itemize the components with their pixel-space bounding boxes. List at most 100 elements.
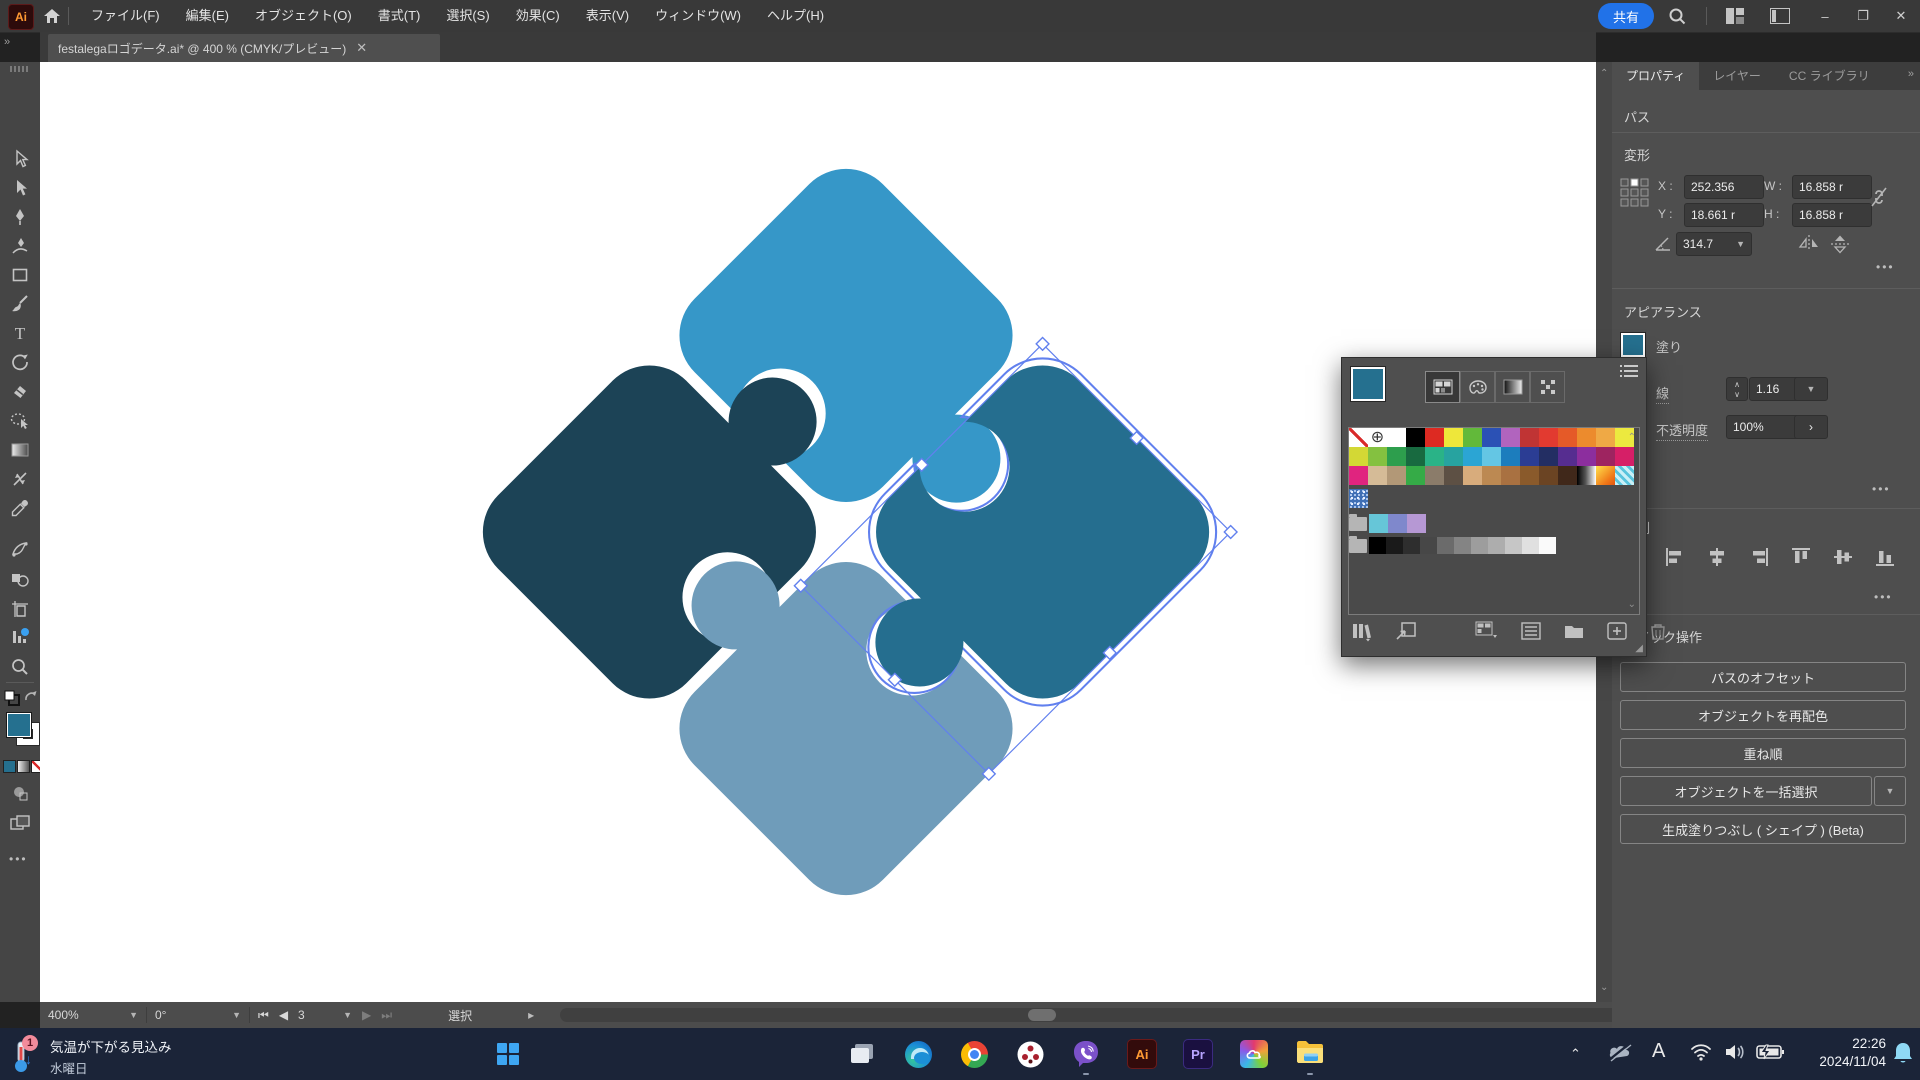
document-tab[interactable]: festalegaロゴデータ.ai* @ 400 % (CMYK/プレビュー) … (48, 34, 440, 62)
popup-resize-grip[interactable]: ◢ (1635, 643, 1643, 654)
swatch[interactable] (1471, 537, 1488, 554)
select-similar-dropdown-icon[interactable]: ▼ (1874, 776, 1906, 806)
appearance-more-options[interactable]: ••• (1872, 482, 1891, 496)
stroke-width-dropdown-icon[interactable]: ▼ (1794, 377, 1828, 401)
rotation-angle-dropdown[interactable]: 314.7 ▼ (1676, 232, 1752, 256)
artboard-number-dropdown[interactable]: 3 ▼ (298, 1008, 352, 1022)
swatch[interactable] (1444, 428, 1463, 447)
swatch[interactable] (1437, 537, 1454, 554)
draw-mode-icon[interactable] (11, 784, 29, 802)
color-group-folder-icon[interactable] (1349, 513, 1367, 531)
swatch-scroll-up-icon[interactable]: ⌃ (1628, 432, 1636, 443)
swatch[interactable] (1386, 537, 1403, 554)
pattern-view-icon[interactable] (1530, 371, 1565, 403)
menu-item[interactable]: 効果(C) (503, 0, 573, 32)
generative-fill-button[interactable]: 生成塗りつぶし ( シェイプ ) (Beta) (1620, 814, 1906, 844)
flip-vertical-icon[interactable] (1830, 234, 1850, 259)
swatch[interactable] (1349, 447, 1368, 466)
swatch[interactable] (1387, 466, 1406, 485)
show-swatch-kinds-icon[interactable] (1475, 621, 1498, 645)
blend-tool[interactable] (11, 540, 29, 558)
premiere-taskbar-icon[interactable]: Pr (1182, 1038, 1214, 1070)
swatch[interactable] (1539, 466, 1558, 485)
rectangle-tool[interactable] (11, 266, 29, 284)
menu-item[interactable]: 編集(E) (173, 0, 242, 32)
swatch[interactable] (1407, 514, 1426, 533)
align-left-icon[interactable] (1664, 546, 1686, 568)
swatch[interactable] (1558, 447, 1577, 466)
swatch-scroll-down-icon[interactable]: ⌄ (1628, 599, 1636, 610)
swatch[interactable] (1463, 466, 1482, 485)
swatch-libraries-icon[interactable] (1352, 622, 1372, 645)
align-center-vertical-icon[interactable] (1832, 546, 1854, 568)
menu-item[interactable]: 選択(S) (433, 0, 502, 32)
swatch[interactable] (1387, 428, 1406, 447)
fill-color-well[interactable] (6, 712, 32, 738)
arrange-documents-icon[interactable] (1726, 8, 1744, 29)
swatch[interactable] (1368, 466, 1387, 485)
swatch[interactable] (1403, 537, 1420, 554)
document-tab-close-icon[interactable]: ✕ (356, 40, 367, 56)
rotate-tool[interactable] (11, 353, 29, 371)
swatch[interactable] (1349, 489, 1368, 508)
swatch[interactable] (1349, 466, 1368, 485)
graph-tool[interactable] (11, 628, 29, 646)
gradient-tool[interactable] (11, 441, 29, 459)
swatch[interactable] (1425, 447, 1444, 466)
swatch[interactable] (1425, 466, 1444, 485)
color-mixer-view-icon[interactable] (1460, 371, 1495, 403)
edge-browser-icon[interactable] (902, 1038, 934, 1070)
fill-color-swatch[interactable] (1620, 332, 1646, 358)
color-mode-buttons[interactable] (3, 760, 44, 773)
curvature-tool[interactable] (11, 237, 29, 255)
popup-menu-icon[interactable] (1620, 364, 1638, 383)
current-color-swatch[interactable] (1350, 366, 1386, 402)
share-button[interactable]: 共有 (1598, 3, 1654, 29)
swatch[interactable] (1501, 428, 1520, 447)
swatch[interactable] (1520, 447, 1539, 466)
transform-more-options[interactable]: ••• (1876, 260, 1895, 274)
flip-horizontal-icon[interactable] (1798, 234, 1820, 257)
arrange-button[interactable]: 重ね順 (1620, 738, 1906, 768)
swatch[interactable] (1522, 537, 1539, 554)
collapse-panel-arrows[interactable]: » (4, 36, 10, 48)
task-view-button[interactable] (846, 1038, 878, 1070)
battery-icon[interactable] (1756, 1044, 1784, 1065)
opacity-more-icon[interactable]: › (1794, 415, 1828, 439)
swatch[interactable] (1501, 447, 1520, 466)
swatch[interactable] (1420, 537, 1437, 554)
swatch[interactable] (1558, 466, 1577, 485)
status-expand-icon[interactable]: ▸ (520, 1002, 542, 1028)
swatch[interactable] (1444, 447, 1463, 466)
onedrive-icon[interactable] (1606, 1042, 1632, 1067)
wifi-icon[interactable] (1690, 1043, 1712, 1066)
swatch[interactable] (1539, 428, 1558, 447)
opacity-label[interactable]: 不透明度 (1656, 420, 1709, 441)
swatch[interactable] (1520, 466, 1539, 485)
swatch[interactable] (1577, 447, 1596, 466)
swatch[interactable] (1388, 514, 1407, 533)
tab-cc-libraries[interactable]: CC ライブラリ (1775, 62, 1884, 90)
pen-tool[interactable] (11, 208, 29, 226)
recolor-object-button[interactable]: オブジェクトを再配色 (1620, 700, 1906, 730)
eraser-tool[interactable] (11, 382, 29, 400)
next-artboard-icon[interactable]: ▶ (362, 1008, 371, 1022)
w-input[interactable]: 16.858 r (1792, 175, 1872, 199)
align-center-horizontal-icon[interactable] (1706, 546, 1728, 568)
swatch[interactable] (1539, 537, 1556, 554)
stroke-width-stepper[interactable]: ∧ ∨ (1726, 377, 1748, 401)
swatch[interactable] (1482, 466, 1501, 485)
red-dots-app-icon[interactable] (1014, 1038, 1046, 1070)
shaper-tool[interactable] (10, 411, 29, 429)
horizontal-scrollbar[interactable] (560, 1008, 1620, 1022)
window-restore-button[interactable]: ❐ (1844, 0, 1882, 32)
eyedropper-tool[interactable] (11, 499, 29, 517)
swatch[interactable] (1596, 428, 1615, 447)
workspace-switcher-icon[interactable] (1770, 8, 1790, 29)
toolbar-grip[interactable] (10, 66, 30, 72)
viber-app-icon[interactable] (1070, 1038, 1102, 1075)
edit-toolbar-ellipsis[interactable]: ••• (9, 852, 28, 866)
swap-fill-stroke-icon[interactable] (24, 690, 38, 709)
offset-path-button[interactable]: パスのオフセット (1620, 662, 1906, 692)
swatch[interactable] (1596, 447, 1615, 466)
